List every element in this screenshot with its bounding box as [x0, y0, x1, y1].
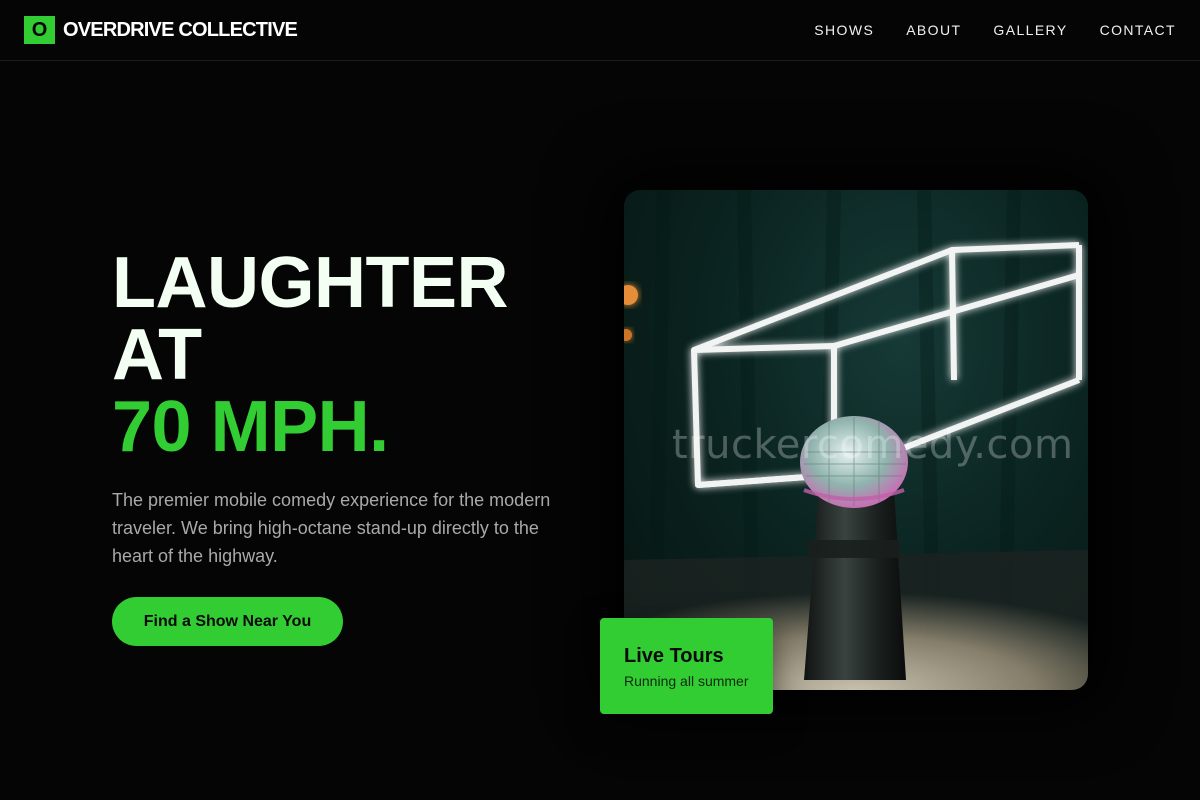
- nav-link-shows[interactable]: SHOWS: [814, 21, 874, 39]
- hero-title-line-1: LAUGHTER: [112, 243, 508, 323]
- logo-mark: O: [24, 16, 55, 44]
- find-show-button[interactable]: Find a Show Near You: [112, 597, 343, 646]
- hero-title: LAUGHTER AT 70 MPH.: [112, 247, 582, 463]
- main-nav: SHOWS ABOUT GALLERY CONTACT: [782, 21, 1176, 39]
- page: O OVERDRIVE COLLECTIVE SHOWS ABOUT GALLE…: [0, 0, 1200, 800]
- badge-title: Live Tours: [624, 645, 724, 667]
- badge-subtitle: Running all summer: [624, 673, 749, 689]
- hero-title-accent: 70 MPH.: [112, 387, 389, 467]
- logo[interactable]: O OVERDRIVE COLLECTIVE: [24, 16, 298, 44]
- hero-description: The premier mobile comedy experience for…: [112, 490, 551, 566]
- nav-link-about[interactable]: ABOUT: [906, 21, 961, 39]
- photo-watermark: truckercomedy.com: [672, 422, 1074, 468]
- nav-link-gallery[interactable]: GALLERY: [993, 21, 1067, 39]
- nav-link-contact[interactable]: CONTACT: [1100, 21, 1176, 39]
- logo-text: OVERDRIVE COLLECTIVE: [63, 19, 298, 41]
- live-tours-badge: Live Tours Running all summer: [600, 618, 773, 714]
- site-header: O OVERDRIVE COLLECTIVE SHOWS ABOUT GALLE…: [0, 0, 1200, 61]
- hero-title-line-2: AT: [112, 315, 202, 395]
